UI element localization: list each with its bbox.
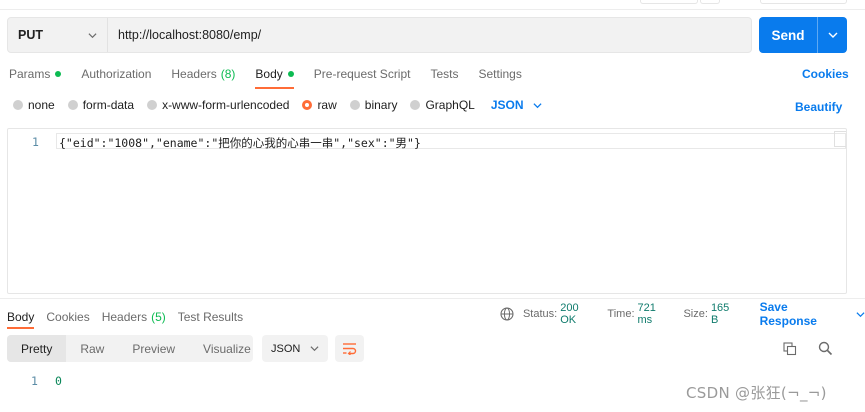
tab-label: Headers xyxy=(171,67,217,81)
body-format-label: JSON xyxy=(490,98,524,112)
tab-label: Pre-request Script xyxy=(313,67,411,81)
time-value[interactable]: 721 ms xyxy=(638,302,674,326)
request-body-editor[interactable]: 1 {"eid":"1008","ename":"把你的心我的心串一串","se… xyxy=(7,128,847,294)
time-label: Time: xyxy=(607,308,635,320)
radio-icon xyxy=(147,100,158,110)
radio-label: binary xyxy=(364,98,398,112)
body-type-options: none form-data x-www-form-urlencoded raw… xyxy=(13,98,542,112)
response-divider xyxy=(0,298,865,299)
radio-selected-icon xyxy=(302,100,313,110)
method-label: PUT xyxy=(18,28,43,42)
size-value[interactable]: 165 B xyxy=(711,302,740,326)
chevron-down-icon xyxy=(856,311,865,317)
status-dot-icon xyxy=(287,71,294,77)
response-tab-test-results[interactable]: Test Results xyxy=(178,307,243,327)
code-line[interactable]: {"eid":"1008","ename":"把你的心我的心串一串","sex"… xyxy=(59,135,421,151)
tab-settings[interactable]: Settings xyxy=(479,64,522,84)
tab-label: Cookies xyxy=(46,310,90,324)
radio-binary[interactable]: binary xyxy=(349,98,398,112)
size-label: Size: xyxy=(683,308,708,320)
view-mode-raw[interactable]: Raw xyxy=(66,335,118,362)
tab-label: Authorization xyxy=(81,67,152,81)
radio-label: raw xyxy=(317,98,337,112)
tab-label: Params xyxy=(9,67,51,81)
radio-icon xyxy=(349,100,360,110)
chevron-down-icon xyxy=(828,32,837,38)
radio-none[interactable]: none xyxy=(13,98,55,112)
status-label: Status: xyxy=(522,308,558,320)
tab-count: (5) xyxy=(151,310,166,324)
response-body[interactable]: 10 xyxy=(31,374,62,388)
radio-form-data[interactable]: form-data xyxy=(67,98,135,112)
line-number: 1 xyxy=(32,135,39,149)
tab-label: Headers xyxy=(101,310,148,324)
watermark: CSDN @张狂(¬_¬) xyxy=(686,384,827,402)
wrap-lines-button[interactable] xyxy=(335,335,364,362)
tab-headers[interactable]: Headers (8) xyxy=(171,64,235,84)
radio-label: none xyxy=(28,98,55,112)
method-select[interactable]: PUT xyxy=(8,18,108,52)
save-response-button[interactable]: Save Response xyxy=(760,300,865,328)
chevron-down-icon xyxy=(310,346,319,352)
status-value[interactable]: 200 OK xyxy=(560,302,597,326)
status-dot-icon xyxy=(55,71,62,77)
url-input[interactable]: http://localhost:8080/emp/ xyxy=(108,28,261,42)
send-button[interactable]: Send xyxy=(759,17,847,53)
view-mode-pretty[interactable]: Pretty xyxy=(7,335,67,362)
tab-body[interactable]: Body xyxy=(255,64,295,89)
send-options-button[interactable] xyxy=(818,30,847,40)
radio-urlencoded[interactable]: x-www-form-urlencoded xyxy=(147,98,289,112)
line-number: 1 xyxy=(31,374,38,388)
tab-params[interactable]: Params xyxy=(9,64,62,84)
request-tabs: Params Authorization Headers (8) Body Pre… xyxy=(9,64,542,89)
beautify-button[interactable]: Beautify xyxy=(795,100,842,114)
tab-tests[interactable]: Tests xyxy=(430,64,458,84)
send-label: Send xyxy=(771,27,805,43)
response-status-bar: Status: 200 OK Time: 721 ms Size: 165 B … xyxy=(500,300,865,328)
chevron-down-icon xyxy=(532,102,542,108)
view-mode-preview[interactable]: Preview xyxy=(118,335,189,362)
top-strip xyxy=(0,0,865,10)
hidden-control xyxy=(640,0,698,4)
radio-label: GraphQL xyxy=(425,98,475,112)
response-format-label: JSON xyxy=(271,342,301,355)
wrap-lines-icon xyxy=(343,343,357,355)
editor-scrollbar[interactable] xyxy=(834,131,846,147)
hidden-control xyxy=(700,0,720,4)
radio-raw[interactable]: raw xyxy=(302,98,337,112)
radio-icon xyxy=(67,100,78,110)
view-mode-visualize[interactable]: Visualize xyxy=(189,335,265,362)
response-tab-cookies[interactable]: Cookies xyxy=(46,307,89,327)
radio-label: x-www-form-urlencoded xyxy=(162,98,290,112)
request-bar: PUT http://localhost:8080/emp/ xyxy=(7,17,752,53)
globe-icon[interactable] xyxy=(500,307,514,321)
body-format-select[interactable]: JSON xyxy=(491,98,542,112)
tab-pre-request-script[interactable]: Pre-request Script xyxy=(314,64,411,84)
response-value[interactable]: 0 xyxy=(55,374,62,388)
copy-icon[interactable] xyxy=(783,342,797,356)
tab-label: Settings xyxy=(478,67,522,81)
tab-label: Test Results xyxy=(177,310,244,324)
radio-icon xyxy=(13,100,23,110)
response-format-select[interactable]: JSON xyxy=(262,335,328,362)
radio-label: form-data xyxy=(82,98,135,112)
tab-label: Body xyxy=(255,67,283,81)
tab-label: Tests xyxy=(430,67,459,81)
tab-authorization[interactable]: Authorization xyxy=(81,64,151,84)
chevron-down-icon xyxy=(88,32,97,38)
radio-graphql[interactable]: GraphQL xyxy=(410,98,475,112)
hidden-control xyxy=(760,0,847,4)
radio-icon xyxy=(410,100,421,110)
tab-label: Body xyxy=(7,310,35,324)
response-view-modes: Pretty Raw Preview Visualize xyxy=(7,335,253,362)
response-tab-headers[interactable]: Headers (5) xyxy=(102,307,166,327)
response-tabs: Body Cookies Headers (5) Test Results xyxy=(7,307,255,329)
tab-count: (8) xyxy=(220,67,236,81)
cookies-link[interactable]: Cookies xyxy=(802,67,849,81)
save-response-label: Save Response xyxy=(759,300,817,328)
search-icon[interactable] xyxy=(818,341,833,356)
response-tab-body[interactable]: Body xyxy=(7,307,35,329)
